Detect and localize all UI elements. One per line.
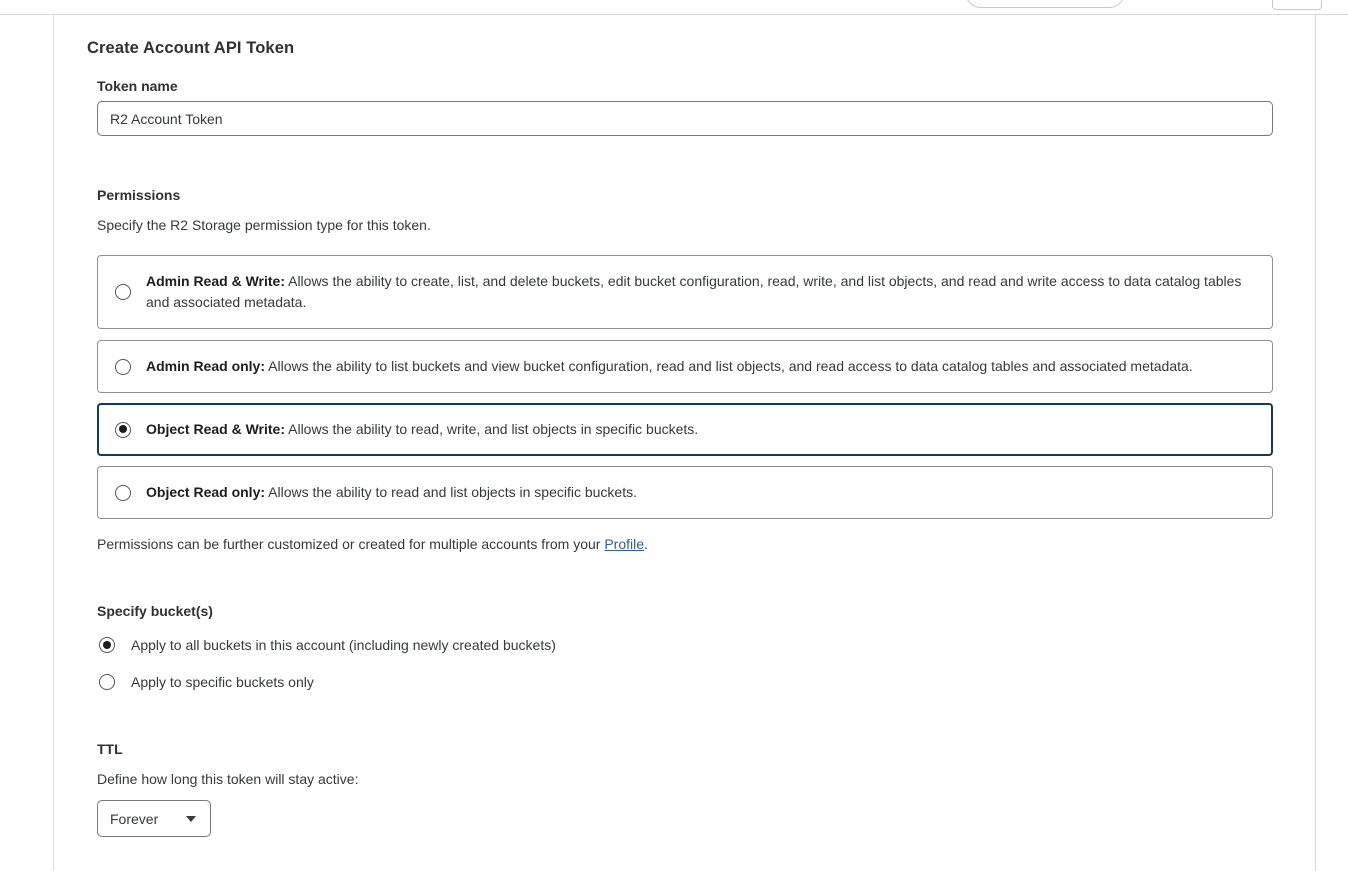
permissions-footnote: Permissions can be further customized or…: [97, 536, 1273, 552]
radio-unselected-icon[interactable]: [115, 485, 131, 501]
permission-option-title: Object Read & Write:: [146, 421, 285, 437]
permission-option-object-read-only[interactable]: Object Read only: Allows the ability to …: [97, 466, 1273, 519]
footnote-text: Permissions can be further customized or…: [97, 536, 604, 552]
page-title: Create Account API Token: [87, 39, 1315, 58]
bucket-option-label: Apply to all buckets in this account (in…: [131, 637, 556, 653]
bucket-option-label: Apply to specific buckets only: [131, 674, 314, 690]
permission-option-description: Allows the ability to read and list obje…: [265, 484, 637, 500]
radio-unselected-icon[interactable]: [115, 359, 131, 375]
token-name-label: Token name: [97, 78, 1273, 94]
permission-option-description: Allows the ability to read, write, and l…: [285, 421, 698, 437]
radio-selected-icon[interactable]: [115, 422, 131, 438]
radio-unselected-icon[interactable]: [99, 674, 115, 690]
specify-buckets-label: Specify bucket(s): [97, 603, 1273, 619]
token-form: Token name Permissions Specify the R2 St…: [97, 78, 1273, 837]
radio-selected-icon[interactable]: [99, 637, 115, 653]
permission-option-text: Object Read & Write: Allows the ability …: [146, 419, 698, 440]
permissions-label: Permissions: [97, 187, 1273, 203]
create-token-panel: Create Account API Token Token name Perm…: [53, 15, 1316, 871]
ttl-select[interactable]: Forever: [97, 800, 211, 837]
top-header-strip: [0, 0, 1348, 15]
bucket-option-all-buckets[interactable]: Apply to all buckets in this account (in…: [97, 637, 1273, 653]
permission-option-text: Admin Read only: Allows the ability to l…: [146, 356, 1193, 377]
header-pill-button[interactable]: [965, 0, 1125, 8]
permission-option-title: Admin Read & Write:: [146, 273, 285, 289]
radio-unselected-icon[interactable]: [115, 284, 131, 300]
permission-option-text: Admin Read & Write: Allows the ability t…: [146, 271, 1255, 313]
header-small-button[interactable]: [1272, 0, 1322, 10]
chevron-down-icon: [186, 816, 196, 822]
footnote-period: .: [644, 536, 648, 552]
bucket-option-specific-buckets[interactable]: Apply to specific buckets only: [97, 674, 1273, 690]
profile-link[interactable]: Profile: [604, 536, 644, 552]
permission-option-admin-read-write[interactable]: Admin Read & Write: Allows the ability t…: [97, 255, 1273, 329]
permission-option-title: Admin Read only:: [146, 358, 265, 374]
permission-option-title: Object Read only:: [146, 484, 265, 500]
permission-option-object-read-write[interactable]: Object Read & Write: Allows the ability …: [97, 403, 1273, 456]
permission-option-description: Allows the ability to list buckets and v…: [265, 358, 1193, 374]
ttl-label: TTL: [97, 741, 1273, 757]
permission-option-description: Allows the ability to create, list, and …: [146, 273, 1241, 310]
permission-option-admin-read-only[interactable]: Admin Read only: Allows the ability to l…: [97, 340, 1273, 393]
ttl-selected-value: Forever: [110, 811, 158, 827]
permissions-description: Specify the R2 Storage permission type f…: [97, 217, 1273, 233]
permission-option-text: Object Read only: Allows the ability to …: [146, 482, 637, 503]
ttl-description: Define how long this token will stay act…: [97, 771, 1273, 787]
token-name-input[interactable]: [97, 101, 1273, 136]
